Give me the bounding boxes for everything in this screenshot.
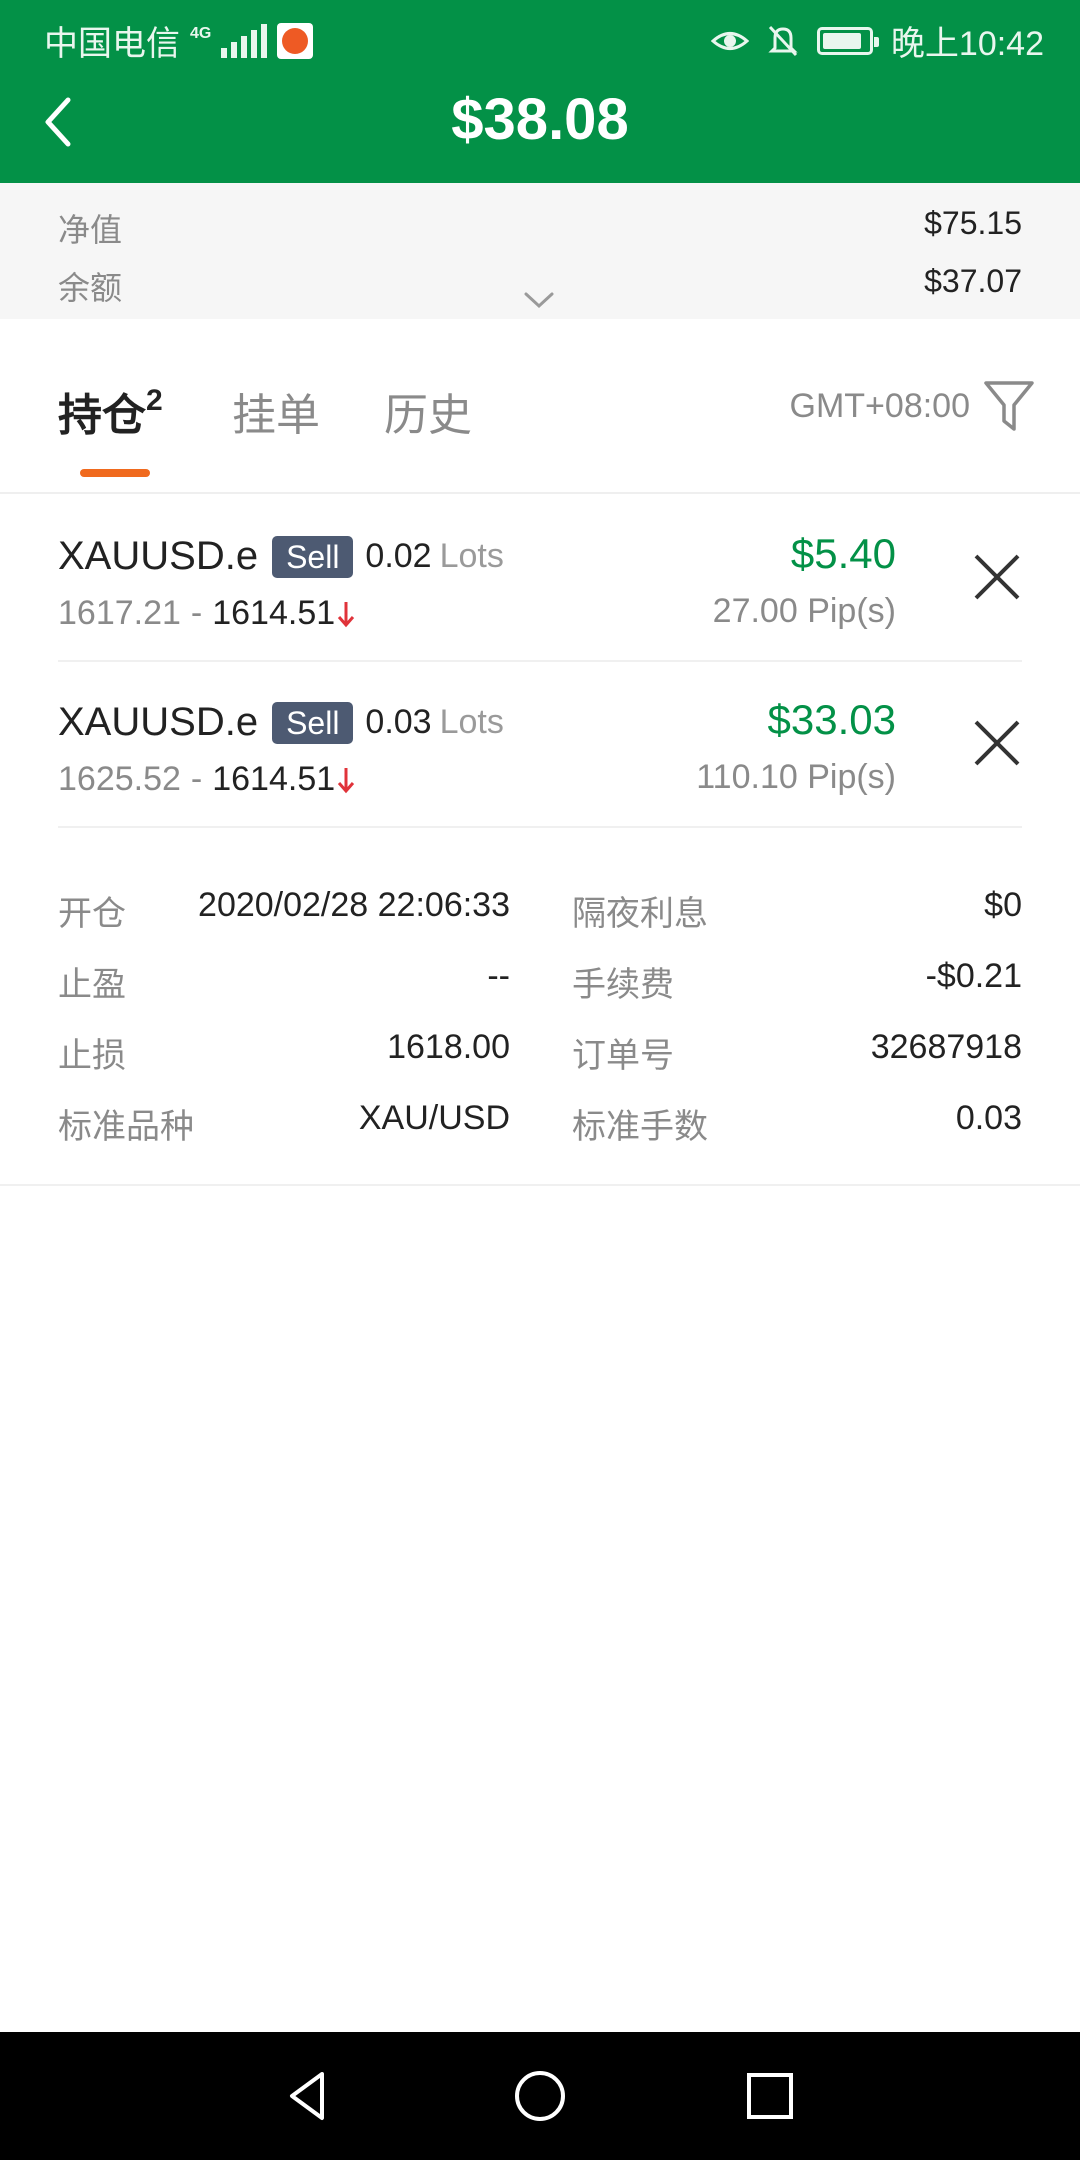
current-price: 1614.51: [212, 594, 336, 632]
position-row[interactable]: XAUUSD.e Sell 0.03 Lots 1625.52 - 1614.5…: [58, 662, 1022, 828]
status-right: 晚上10:42: [710, 16, 1044, 65]
detail-order-number: 订单号 32687918: [572, 1028, 1022, 1078]
detail-swap: 隔夜利息 $0: [572, 886, 1022, 936]
tab-positions[interactable]: 持仓2: [58, 379, 163, 443]
tab-pending[interactable]: 挂单: [232, 379, 320, 443]
side-badge: Sell: [272, 535, 354, 578]
system-nav-bar: [0, 2032, 1080, 2160]
close-icon[interactable]: [972, 718, 1022, 768]
detail-label: 标准品种: [58, 1108, 194, 1146]
home-circle-icon[interactable]: [510, 2066, 570, 2126]
position-symbol-group: XAUUSD.e Sell 0.02 Lots: [58, 534, 504, 579]
battery-icon: [816, 26, 879, 55]
position-symbol: XAUUSD.e: [58, 700, 259, 744]
account-summary[interactable]: 净值 $75.15 余额 $37.07: [0, 183, 1080, 319]
detail-value: $0: [984, 886, 1022, 924]
carrier-label: 中国电信: [44, 25, 180, 63]
app-header: 中国电信 4G 晚上10:42 $38.08: [0, 0, 1080, 183]
detail-stop-loss: 止损 1618.00: [58, 1028, 510, 1078]
detail-standard-symbol: 标准品种 XAU/USD: [58, 1099, 510, 1149]
arrow-down-icon: [338, 767, 355, 793]
price-separator: -: [190, 594, 203, 632]
eye-icon: [710, 31, 749, 50]
floating-pnl-title: $38.08: [451, 87, 629, 152]
position-details: 开仓 2020/02/28 22:06:33 止盈 -- 止损 1618.00 …: [0, 830, 1080, 1186]
position-row[interactable]: XAUUSD.e Sell 0.02 Lots 1617.21 - 1614.5…: [58, 496, 1022, 662]
position-symbol: XAUUSD.e: [58, 534, 259, 578]
detail-label: 止盈: [58, 966, 126, 1004]
detail-label: 订单号: [572, 1037, 674, 1075]
balance-value: $37.07: [924, 263, 1022, 299]
timezone-label[interactable]: GMT+08:00: [790, 387, 970, 426]
signal-icon: [221, 23, 268, 58]
status-left: 中国电信 4G: [44, 16, 314, 65]
app-notification-icon: [277, 22, 314, 59]
back-triangle-icon[interactable]: [278, 2066, 338, 2126]
detail-label: 标准手数: [572, 1108, 708, 1146]
detail-commission: 手续费 -$0.21: [572, 957, 1022, 1007]
close-icon[interactable]: [972, 552, 1022, 602]
position-pips: 27.00 Pip(s): [712, 592, 896, 630]
status-bar: 中国电信 4G 晚上10:42: [0, 0, 1080, 74]
equity-label: 净值: [58, 212, 123, 248]
chevron-down-icon[interactable]: [522, 289, 556, 311]
position-pnl: $5.40: [790, 530, 896, 577]
equity-value: $75.15: [924, 205, 1022, 241]
current-price: 1614.51: [212, 760, 336, 798]
filter-icon[interactable]: [982, 377, 1036, 435]
lots-unit: Lots: [439, 537, 504, 575]
active-tab-indicator: [80, 469, 150, 477]
detail-label: 开仓: [58, 895, 126, 933]
price-separator: -: [190, 760, 203, 798]
position-symbol-group: XAUUSD.e Sell 0.03 Lots: [58, 700, 504, 745]
detail-value: 32687918: [870, 1028, 1022, 1066]
position-pnl: $33.03: [767, 696, 896, 743]
detail-value: 0.03: [955, 1099, 1022, 1137]
tab-positions-label: 持仓: [58, 391, 146, 440]
position-lots: 0.03: [365, 703, 432, 741]
detail-open-time: 开仓 2020/02/28 22:06:33: [58, 886, 510, 936]
detail-label: 隔夜利息: [572, 895, 708, 933]
open-price: 1625.52: [58, 760, 181, 798]
order-tabs: 持仓2 挂单 历史 GMT+08:00: [0, 319, 1080, 494]
position-prices: 1617.21 - 1614.51: [58, 594, 355, 633]
detail-label: 手续费: [572, 966, 674, 1004]
position-lots: 0.02: [365, 537, 432, 575]
position-prices: 1625.52 - 1614.51: [58, 760, 355, 799]
detail-value: --: [487, 957, 510, 995]
detail-label: 止损: [58, 1037, 126, 1075]
detail-standard-lots: 标准手数 0.03: [572, 1099, 1022, 1149]
arrow-down-icon: [338, 601, 355, 627]
balance-label: 余额: [58, 270, 123, 306]
position-pips: 110.10 Pip(s): [696, 758, 896, 796]
tab-positions-count: 2: [146, 384, 163, 417]
clock: 晚上10:42: [890, 25, 1044, 63]
bell-off-icon: [768, 25, 798, 56]
equity-row: 净值 $75.15: [58, 205, 1022, 249]
recents-square-icon[interactable]: [740, 2066, 800, 2126]
tab-history[interactable]: 历史: [384, 379, 472, 443]
network-type: 4G: [190, 24, 212, 42]
open-price: 1617.21: [58, 594, 181, 632]
lots-unit: Lots: [439, 703, 504, 741]
detail-take-profit: 止盈 --: [58, 957, 510, 1007]
detail-value: XAU/USD: [358, 1099, 510, 1137]
detail-value: 1618.00: [387, 1028, 510, 1066]
side-badge: Sell: [272, 701, 354, 744]
detail-value: 2020/02/28 22:06:33: [198, 886, 510, 924]
detail-value: -$0.21: [925, 957, 1022, 995]
